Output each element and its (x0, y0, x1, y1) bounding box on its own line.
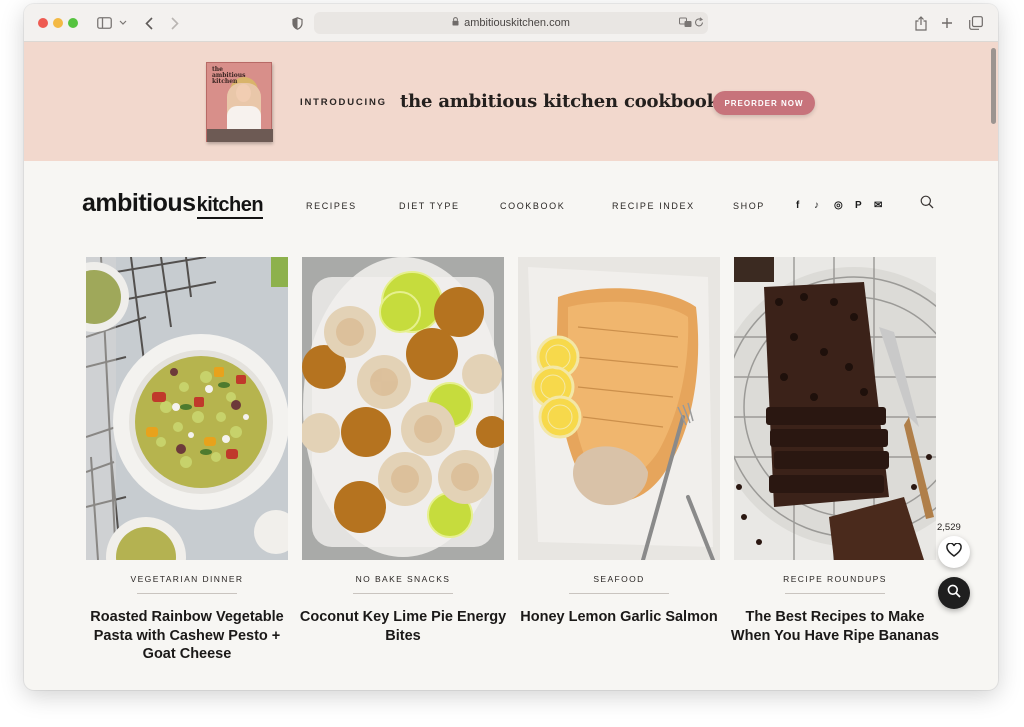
tiktok-icon[interactable]: ♪ (814, 200, 819, 211)
divider (785, 593, 885, 594)
share-icon[interactable] (914, 13, 928, 33)
preorder-button[interactable]: PREORDER NOW (713, 91, 815, 115)
divider (137, 593, 237, 594)
page-scrollbar[interactable] (991, 48, 996, 124)
floating-search-button[interactable] (938, 577, 970, 609)
recipe-category[interactable]: RECIPE ROUNDUPS (734, 574, 936, 584)
search-icon[interactable] (920, 195, 934, 214)
search-icon (947, 584, 961, 603)
recipe-category[interactable]: VEGETARIAN DINNER (86, 574, 288, 584)
divider (569, 593, 669, 594)
browser-window: ambitiouskitchen.com the ambitious kitch… (24, 4, 998, 690)
like-button[interactable] (938, 536, 970, 568)
nav-recipe-index[interactable]: RECIPE INDEX (612, 201, 695, 211)
nav-cookbook[interactable]: COOKBOOK (500, 201, 565, 211)
site-logo[interactable]: ambitiouskitchen (82, 189, 264, 219)
recipe-image-banana-bread[interactable] (734, 257, 936, 560)
instagram-icon[interactable]: ◎ (834, 200, 843, 211)
sidebar-icon[interactable] (96, 13, 112, 33)
chevron-down-icon[interactable] (118, 13, 128, 33)
reload-icon[interactable] (694, 17, 704, 31)
recipe-image-energy-bites[interactable] (302, 257, 504, 560)
close-window-button[interactable] (38, 18, 48, 28)
pinterest-icon[interactable]: P (855, 200, 862, 211)
tabs-icon[interactable] (968, 13, 984, 33)
logo-secondary-text: kitchen (196, 194, 264, 219)
cookbook-cover-image[interactable]: the ambitious kitchen (206, 62, 273, 142)
like-count: 2,529 (937, 522, 961, 533)
recipe-category[interactable]: SEAFOOD (518, 574, 720, 584)
zoom-window-button[interactable] (68, 18, 78, 28)
translate-icon[interactable] (679, 17, 692, 31)
recipe-title[interactable]: Coconut Key Lime Pie Energy Bites (298, 608, 508, 645)
address-bar[interactable]: ambitiouskitchen.com (314, 12, 708, 34)
url-text: ambitiouskitchen.com (464, 17, 570, 29)
nav-recipes[interactable]: RECIPES (306, 201, 357, 211)
back-icon[interactable] (142, 13, 156, 33)
promo-introducing-label: INTRODUCING (300, 97, 387, 108)
facebook-icon[interactable]: f (796, 200, 799, 211)
minimize-window-button[interactable] (53, 18, 63, 28)
recipe-title[interactable]: The Best Recipes to Make When You Have R… (730, 608, 940, 645)
forward-icon[interactable] (168, 13, 182, 33)
logo-primary-text: ambitious (82, 189, 196, 217)
new-tab-icon[interactable] (940, 13, 954, 33)
recipe-image-salmon[interactable] (518, 257, 720, 560)
divider (353, 593, 453, 594)
nav-shop[interactable]: SHOP (733, 201, 765, 211)
promo-headline[interactable]: the ambitious kitchen cookbook (400, 91, 719, 112)
recipe-title[interactable]: Roasted Rainbow Vegetable Pasta with Cas… (82, 608, 292, 664)
lock-icon (452, 17, 459, 29)
recipe-category[interactable]: NO BAKE SNACKS (302, 574, 504, 584)
recipe-title[interactable]: Honey Lemon Garlic Salmon (514, 608, 724, 627)
shield-icon[interactable] (290, 13, 304, 33)
recipe-image-pasta[interactable] (86, 257, 288, 560)
email-icon[interactable]: ✉ (874, 200, 882, 211)
heart-icon (946, 542, 962, 561)
cookbook-cover-title: the ambitious kitchen (212, 66, 246, 85)
nav-diet-type[interactable]: DIET TYPE (399, 201, 460, 211)
browser-toolbar: ambitiouskitchen.com (24, 4, 998, 42)
